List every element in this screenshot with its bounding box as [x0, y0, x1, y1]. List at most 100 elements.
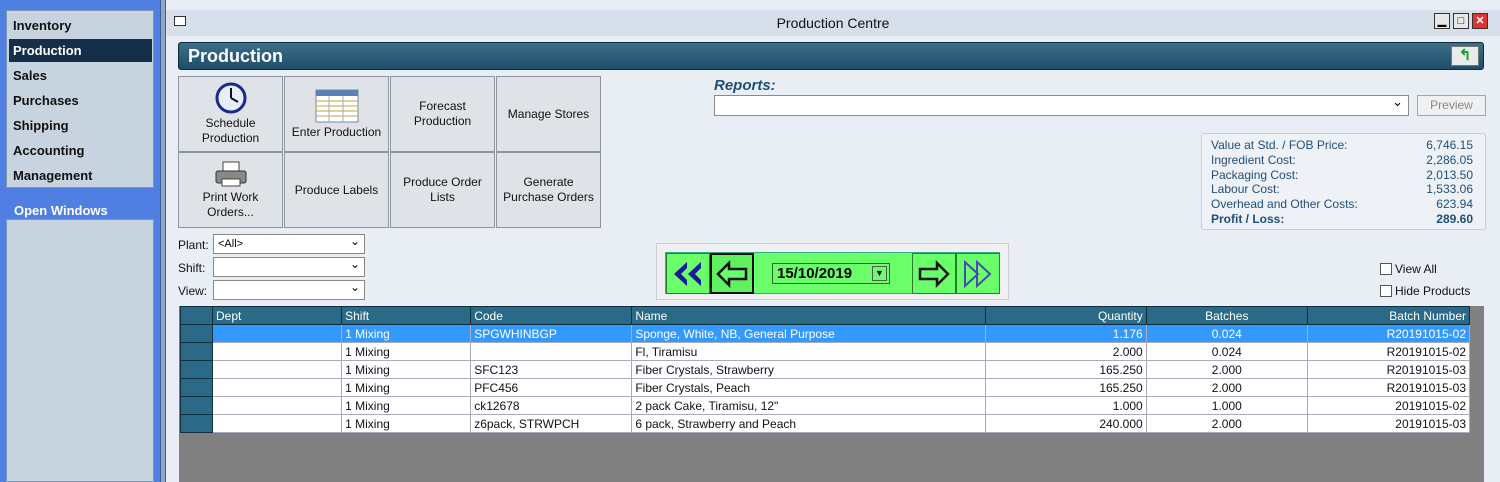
first-date-button[interactable]	[666, 253, 710, 294]
cell-batch-number[interactable]: 20191015-03	[1306, 414, 1471, 433]
nav-management[interactable]: Management	[9, 164, 152, 187]
cell-dept[interactable]	[212, 324, 343, 343]
cell-batch-number[interactable]: 20191015-02	[1306, 396, 1471, 415]
cell-name[interactable]: Fiber Crystals, Peach	[631, 378, 986, 397]
table-row[interactable]: 1 Mixing PFC456 Fiber Crystals, Peach 16…	[179, 378, 1471, 397]
cell-shift[interactable]: 1 Mixing	[341, 414, 472, 433]
table-row[interactable]: 1 Mixing z6pack, STRWPCH 6 pack, Strawbe…	[179, 414, 1471, 433]
cell-dept[interactable]	[212, 342, 343, 361]
cell-name[interactable]: 2 pack Cake, Tiramisu, 12"	[631, 396, 986, 415]
previous-date-button[interactable]	[710, 253, 754, 294]
cell-dept[interactable]	[212, 414, 343, 433]
table-row[interactable]: 1 Mixing ck12678 2 pack Cake, Tiramisu, …	[179, 396, 1471, 415]
close-button[interactable]: ✕	[1472, 13, 1488, 29]
col-name[interactable]: Name	[631, 306, 986, 325]
checkbox-box[interactable]	[1380, 285, 1392, 297]
cell-code[interactable]: ck12678	[470, 396, 633, 415]
row-header[interactable]	[179, 414, 214, 433]
plant-select[interactable]: <All>	[213, 232, 365, 254]
cell-batches[interactable]: 0.024	[1145, 324, 1308, 343]
cell-batches[interactable]: 2.000	[1145, 378, 1308, 397]
row-header[interactable]	[179, 342, 214, 361]
schedule-production-button[interactable]: Schedule Production	[178, 76, 283, 152]
produce-order-lists-button[interactable]: Produce Order Lists	[390, 152, 495, 228]
cell-batches[interactable]: 0.024	[1145, 342, 1308, 361]
view-select[interactable]	[213, 278, 365, 300]
cell-dept[interactable]	[212, 396, 343, 415]
row-header[interactable]	[179, 396, 214, 415]
forecast-production-button[interactable]: Forecast Production	[390, 76, 495, 152]
col-batches[interactable]: Batches	[1145, 306, 1308, 325]
minimize-button[interactable]: ▁	[1434, 13, 1450, 29]
cell-shift[interactable]: 1 Mixing	[341, 360, 472, 379]
cell-dept[interactable]	[212, 360, 343, 379]
view-all-checkbox[interactable]: View All	[1380, 262, 1437, 276]
cell-code[interactable]: PFC456	[470, 378, 633, 397]
row-header[interactable]	[179, 324, 214, 343]
cell-batches[interactable]: 1.000	[1145, 396, 1308, 415]
reports-label: Reports:	[714, 77, 776, 94]
cell-shift[interactable]: 1 Mixing	[341, 396, 472, 415]
cell-code[interactable]	[470, 342, 633, 361]
cell-code[interactable]: SFC123	[470, 360, 633, 379]
cell-batch-number[interactable]: R20191015-03	[1306, 378, 1471, 397]
row-header[interactable]	[179, 378, 214, 397]
summary-row: Packaging Cost: 2,013.50	[1211, 168, 1473, 182]
produce-labels-button[interactable]: Produce Labels	[284, 152, 389, 228]
hide-products-checkbox[interactable]: Hide Products	[1380, 284, 1470, 298]
generate-purchase-orders-button[interactable]: Generate Purchase Orders	[496, 152, 601, 228]
production-grid[interactable]: Dept Shift Code Name Quantity Batches Ba…	[179, 306, 1484, 482]
maximize-button[interactable]: □	[1453, 13, 1469, 29]
open-windows-list[interactable]	[6, 219, 154, 482]
col-dept[interactable]: Dept	[212, 306, 343, 325]
preview-button[interactable]: Preview	[1417, 95, 1486, 116]
row-header[interactable]	[179, 360, 214, 379]
next-date-button[interactable]	[912, 253, 956, 294]
cell-code[interactable]: z6pack, STRWPCH	[470, 414, 633, 433]
nav-production[interactable]: Production	[9, 39, 152, 62]
cell-name[interactable]: Fl, Tiramisu	[631, 342, 986, 361]
col-code[interactable]: Code	[470, 306, 633, 325]
cell-batch-number[interactable]: R20191015-03	[1306, 360, 1471, 379]
nav-shipping[interactable]: Shipping	[9, 114, 152, 137]
cell-quantity[interactable]: 1.176	[984, 324, 1147, 343]
cell-name[interactable]: Sponge, White, NB, General Purpose	[631, 324, 986, 343]
cell-shift[interactable]: 1 Mixing	[341, 342, 472, 361]
table-row[interactable]: 1 Mixing Fl, Tiramisu 2.000 0.024 R20191…	[179, 342, 1471, 361]
col-shift[interactable]: Shift	[341, 306, 472, 325]
enter-production-button[interactable]: Enter Production	[284, 76, 389, 152]
reports-select[interactable]	[714, 94, 1409, 116]
cell-quantity[interactable]: 240.000	[984, 414, 1147, 433]
print-work-orders-button[interactable]: Print Work Orders...	[178, 152, 283, 228]
cell-quantity[interactable]: 165.250	[984, 378, 1147, 397]
cell-shift[interactable]: 1 Mixing	[341, 324, 472, 343]
cell-batch-number[interactable]: R20191015-02	[1306, 342, 1471, 361]
cell-batch-number[interactable]: R20191015-02	[1306, 324, 1471, 343]
cell-code[interactable]: SPGWHINBGP	[470, 324, 633, 343]
table-row[interactable]: 1 Mixing SFC123 Fiber Crystals, Strawber…	[179, 360, 1471, 379]
cell-name[interactable]: 6 pack, Strawberry and Peach	[631, 414, 986, 433]
nav-accounting[interactable]: Accounting	[9, 139, 152, 162]
cell-shift[interactable]: 1 Mixing	[341, 378, 472, 397]
date-picker[interactable]: 15/10/2019 ▼	[772, 263, 890, 284]
nav-purchases[interactable]: Purchases	[9, 89, 152, 112]
dropdown-arrow-icon[interactable]: ▼	[872, 266, 887, 281]
cell-quantity[interactable]: 2.000	[984, 342, 1147, 361]
cell-quantity[interactable]: 165.250	[984, 360, 1147, 379]
cell-quantity[interactable]: 1.000	[984, 396, 1147, 415]
nav-inventory[interactable]: Inventory	[9, 14, 152, 37]
cell-dept[interactable]	[212, 378, 343, 397]
window-titlebar[interactable]: Production Centre ▁ □ ✕	[166, 10, 1500, 36]
checkbox-box[interactable]	[1380, 263, 1392, 275]
last-date-button[interactable]	[956, 253, 1000, 294]
shift-select[interactable]	[213, 255, 365, 277]
col-batch-number[interactable]: Batch Number	[1306, 306, 1471, 325]
table-row[interactable]: 1 Mixing SPGWHINBGP Sponge, White, NB, G…	[179, 324, 1471, 343]
nav-sales[interactable]: Sales	[9, 64, 152, 87]
cell-batches[interactable]: 2.000	[1145, 360, 1308, 379]
manage-stores-button[interactable]: Manage Stores	[496, 76, 601, 152]
cell-name[interactable]: Fiber Crystals, Strawberry	[631, 360, 986, 379]
exit-button[interactable]: ↰	[1451, 46, 1479, 66]
cell-batches[interactable]: 2.000	[1145, 414, 1308, 433]
col-quantity[interactable]: Quantity	[984, 306, 1147, 325]
